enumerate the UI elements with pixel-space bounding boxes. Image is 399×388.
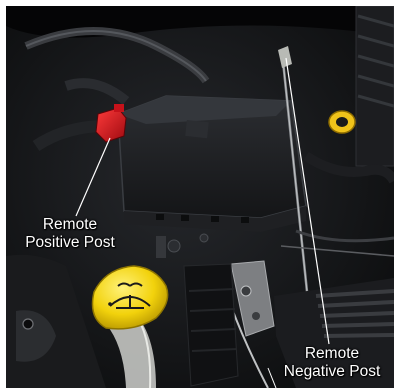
callout-positive-line2: Positive Post bbox=[25, 234, 115, 251]
engine-bay-photo bbox=[6, 6, 394, 388]
engine-bay-figure: Remote Positive Post Remote Negative Pos… bbox=[0, 0, 399, 388]
callout-negative-line1: Remote bbox=[304, 345, 360, 362]
remote-negative-post-label: Remote Negative Post bbox=[270, 345, 394, 381]
callout-negative-line2: Negative Post bbox=[283, 363, 381, 380]
remote-positive-post-label: Remote Positive Post bbox=[14, 216, 126, 252]
callout-positive-line1: Remote bbox=[42, 216, 98, 233]
